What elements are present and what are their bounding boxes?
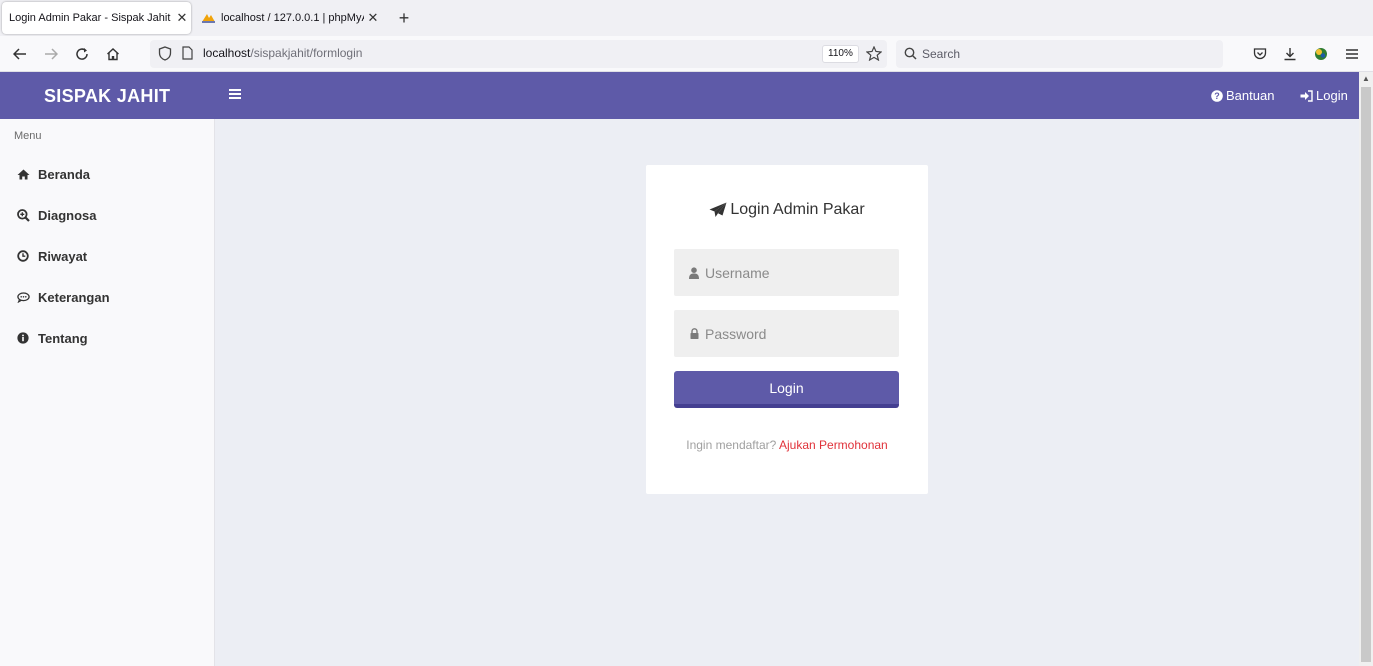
password-input[interactable] bbox=[705, 325, 885, 342]
address-bar[interactable]: localhost/sispakjahit/formlogin 110% bbox=[150, 40, 887, 68]
login-title: Login Admin Pakar bbox=[646, 201, 928, 219]
register-prompt-text: Ingin mendaftar? bbox=[686, 438, 777, 452]
search-bar[interactable]: Search bbox=[896, 40, 1223, 68]
browser-tab-active[interactable]: Login Admin Pakar - Sispak Jahit ✕ bbox=[2, 2, 191, 34]
search-placeholder: Search bbox=[922, 47, 961, 61]
comment-icon bbox=[16, 290, 30, 304]
sidebar-item-label: Keterangan bbox=[38, 289, 110, 305]
sign-in-icon bbox=[1300, 89, 1313, 102]
downloads-button[interactable] bbox=[1278, 42, 1302, 66]
clock-icon bbox=[16, 249, 30, 263]
page-scrollbar[interactable]: ▲ bbox=[1359, 72, 1373, 666]
browser-tab-bar: Login Admin Pakar - Sispak Jahit ✕ local… bbox=[0, 0, 1373, 36]
brand-title[interactable]: SISPAK JAHIT bbox=[44, 86, 170, 107]
extension-button[interactable] bbox=[1309, 42, 1333, 66]
reload-icon bbox=[76, 48, 88, 60]
shield-icon[interactable] bbox=[158, 46, 172, 66]
sidebar-item-beranda[interactable]: Beranda bbox=[16, 164, 90, 184]
username-field[interactable] bbox=[674, 249, 899, 296]
home-icon bbox=[107, 48, 119, 61]
login-button[interactable]: Login bbox=[674, 371, 899, 408]
pocket-icon bbox=[1253, 48, 1267, 60]
register-prompt: Ingin mendaftar? Ajukan Permohonan bbox=[646, 438, 928, 452]
paper-plane-icon bbox=[709, 202, 727, 217]
page-icon[interactable] bbox=[182, 46, 193, 65]
home-icon bbox=[16, 167, 30, 181]
url-host: localhost bbox=[203, 46, 251, 60]
register-link[interactable]: Ajukan Permohonan bbox=[779, 438, 888, 452]
sidebar-item-label: Beranda bbox=[38, 166, 91, 182]
menu-button[interactable] bbox=[1340, 42, 1364, 66]
pocket-button[interactable] bbox=[1248, 42, 1272, 66]
bookmark-star-icon[interactable] bbox=[865, 45, 883, 66]
tab-title: Login Admin Pakar - Sispak Jahit bbox=[9, 12, 171, 24]
menu-caption: Menu bbox=[14, 130, 42, 142]
back-button[interactable] bbox=[8, 42, 32, 66]
svg-text:?: ? bbox=[1214, 91, 1220, 101]
reload-button[interactable] bbox=[70, 42, 94, 66]
help-label: Bantuan bbox=[1226, 88, 1275, 103]
login-title-text: Login Admin Pakar bbox=[730, 201, 865, 218]
forward-button[interactable] bbox=[39, 42, 63, 66]
scroll-up-icon[interactable]: ▲ bbox=[1359, 72, 1373, 86]
sidebar-item-label: Diagnosa bbox=[38, 207, 97, 223]
sidebar-toggle-icon[interactable] bbox=[229, 89, 241, 101]
download-icon bbox=[1284, 48, 1296, 61]
search-icon bbox=[904, 47, 917, 65]
login-label: Login bbox=[1316, 88, 1348, 103]
scroll-thumb[interactable] bbox=[1361, 87, 1371, 662]
sidebar-item-label: Tentang bbox=[38, 330, 88, 346]
password-field[interactable] bbox=[674, 310, 899, 357]
app-header: SISPAK JAHIT ? Bantuan Login bbox=[0, 72, 1359, 119]
browser-toolbar: localhost/sispakjahit/formlogin 110% Sea… bbox=[0, 36, 1373, 72]
lock-icon bbox=[687, 328, 701, 339]
url-text[interactable]: localhost/sispakjahit/formlogin bbox=[203, 46, 362, 60]
url-path: /sispakjahit/formlogin bbox=[250, 46, 363, 60]
search-plus-icon bbox=[16, 208, 30, 222]
extension-icon bbox=[1315, 48, 1327, 60]
page-content: SISPAK JAHIT ? Bantuan Login Menu Berand… bbox=[0, 72, 1359, 666]
help-link[interactable]: ? Bantuan bbox=[1211, 88, 1274, 103]
home-button[interactable] bbox=[101, 42, 125, 66]
sidebar-item-tentang[interactable]: Tentang bbox=[16, 328, 88, 348]
sidebar-item-keterangan[interactable]: Keterangan bbox=[16, 287, 110, 307]
login-card: Login Admin Pakar Login Ingin mendaftar?… bbox=[646, 165, 928, 494]
user-icon bbox=[687, 266, 701, 279]
browser-tab-phpmyadmin[interactable]: localhost / 127.0.0.1 | phpMyAd ✕ bbox=[196, 2, 382, 34]
username-input[interactable] bbox=[705, 264, 885, 281]
question-circle-icon: ? bbox=[1211, 89, 1223, 102]
sidebar-item-riwayat[interactable]: Riwayat bbox=[16, 246, 87, 266]
phpmyadmin-icon bbox=[201, 12, 216, 24]
arrow-right-icon bbox=[45, 48, 58, 60]
close-icon[interactable]: ✕ bbox=[173, 10, 191, 26]
close-icon[interactable]: ✕ bbox=[364, 10, 382, 26]
new-tab-button[interactable]: + bbox=[394, 7, 414, 29]
login-link[interactable]: Login bbox=[1300, 88, 1348, 103]
zoom-level[interactable]: 110% bbox=[822, 45, 859, 63]
hamburger-menu-icon bbox=[1346, 49, 1358, 59]
arrow-left-icon bbox=[13, 48, 26, 60]
sidebar-item-diagnosa[interactable]: Diagnosa bbox=[16, 205, 97, 225]
sidebar: Menu Beranda Diagnosa Riwayat Keterangan bbox=[0, 119, 215, 666]
tab-title: localhost / 127.0.0.1 | phpMyAd bbox=[221, 12, 364, 24]
info-icon bbox=[16, 331, 30, 345]
sidebar-item-label: Riwayat bbox=[38, 248, 88, 264]
